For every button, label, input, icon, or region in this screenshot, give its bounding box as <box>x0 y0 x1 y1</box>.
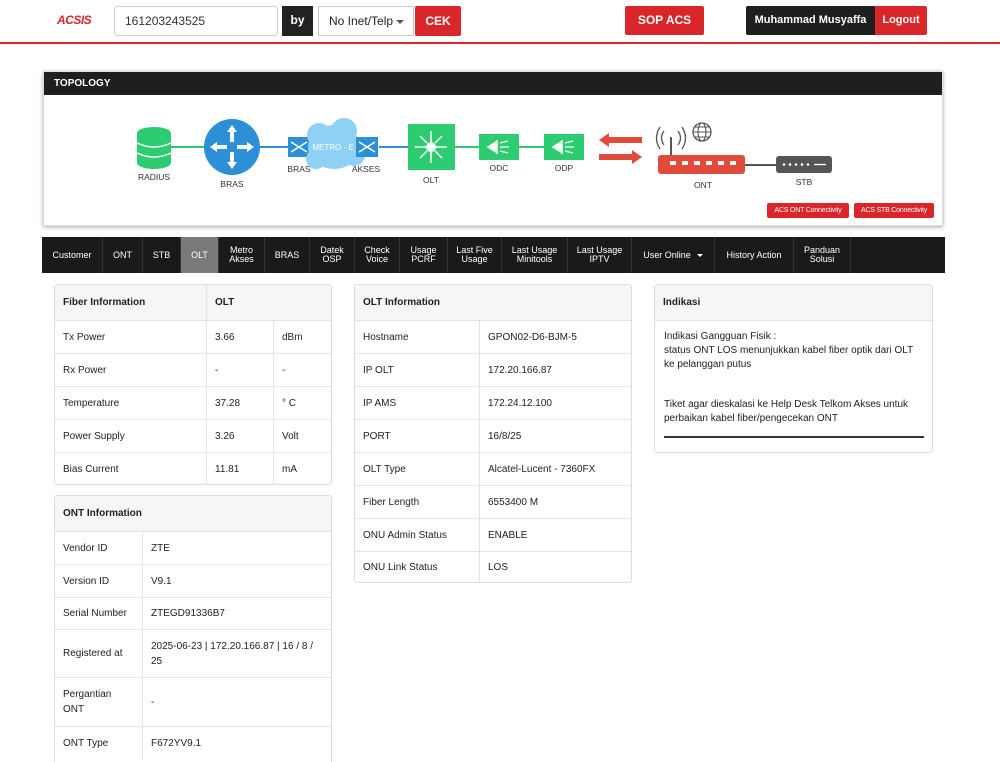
table-row: Vendor ID ZTE <box>55 532 331 565</box>
indikasi-body: Indikasi Gangguan Fisik : status ONT LOS… <box>664 330 926 426</box>
cek-button[interactable]: CEK <box>415 6 461 36</box>
ont-info-title: ONT Information <box>63 508 142 519</box>
globe-icon <box>692 122 712 142</box>
indikasi-header-row: Indikasi <box>655 285 932 321</box>
indikasi-title: Indikasi <box>663 297 701 308</box>
bras-switch-icon[interactable] <box>288 137 310 157</box>
table-row: Hostname GPON02-D6-BJM-5 <box>355 321 631 354</box>
bras-router-icon[interactable] <box>204 119 260 175</box>
swap-arrows-icon <box>599 133 642 164</box>
tab-usage-pcrf[interactable]: Usage PCRF <box>400 237 448 273</box>
table-row: IP OLT 172.20.166.87 <box>355 354 631 387</box>
table-row: Tx Power 3.66 dBm <box>55 321 331 354</box>
ont-label: ONT <box>694 180 712 190</box>
fiber-title: Fiber Information <box>63 297 146 308</box>
ont-information-panel: ONT Information Vendor ID ZTE Version ID… <box>54 495 332 762</box>
tab-customer[interactable]: Customer <box>42 237 103 273</box>
app-logo[interactable]: ACSIS <box>57 13 92 27</box>
tab-check-voice[interactable]: Check Voice <box>355 237 400 273</box>
search-type-select[interactable]: No Inet/Telp <box>318 6 414 36</box>
bras-label: BRAS <box>220 179 243 189</box>
olt-info-title: OLT Information <box>363 297 441 308</box>
caret-down-icon <box>696 253 703 257</box>
table-row: IP AMS 172.24.12.100 <box>355 387 631 420</box>
tab-last-usage-minitools[interactable]: Last Usage Minitools <box>502 237 568 273</box>
tab-last-five-usage[interactable]: Last Five Usage <box>448 237 502 273</box>
stb-label: STB <box>796 177 813 187</box>
tab-bras[interactable]: BRAS <box>265 237 310 273</box>
acs-ont-connectivity-button[interactable]: ACS ONT Connectivity <box>767 203 849 218</box>
search-type-value: No Inet/Telp <box>329 14 394 28</box>
logout-button[interactable]: Logout <box>875 6 927 35</box>
akses-switch-icon[interactable] <box>356 137 378 157</box>
fiber-header-row: Fiber Information OLT <box>55 285 331 321</box>
caret-down-icon <box>396 20 404 24</box>
tab-datek-osp[interactable]: Datek OSP <box>310 237 355 273</box>
odp-icon[interactable] <box>544 134 584 160</box>
olt-label: OLT <box>423 175 439 185</box>
top-header: ACSIS by No Inet/Telp CEK SOP ACS Muhamm… <box>0 0 1000 44</box>
divider <box>664 436 924 438</box>
akses-label: AKSES <box>352 164 381 174</box>
odc-icon[interactable] <box>479 134 519 160</box>
olt-icon[interactable] <box>408 124 455 170</box>
table-row: ONU Link Status LOS <box>355 552 631 583</box>
table-row: Registered at 2025-06-23 | 172.20.166.87… <box>55 630 331 678</box>
odc-label: ODC <box>490 163 509 173</box>
bras2-label: BRAS <box>287 164 310 174</box>
radius-icon[interactable] <box>136 127 172 169</box>
sop-acs-button[interactable]: SOP ACS <box>625 6 704 35</box>
table-row: Fiber Length 6553400 M <box>355 486 631 519</box>
search-input[interactable] <box>114 6 278 36</box>
table-row: Pergantian ONT - <box>55 678 331 727</box>
table-row: ONU Admin Status ENABLE <box>355 519 631 552</box>
table-row: PORT 16/8/25 <box>355 420 631 453</box>
metro-label: METRO - E <box>312 143 353 152</box>
table-row: Bias Current 11.81 mA <box>55 453 331 485</box>
topology-title: TOPOLOGY <box>44 72 942 95</box>
fiber-information-panel: Fiber Information OLT Tx Power 3.66 dBm … <box>54 284 332 485</box>
user-name: Muhammad Musyaffa <box>746 6 875 35</box>
tab-last-usage-iptv[interactable]: Last Usage IPTV <box>568 237 632 273</box>
table-row: Serial Number ZTEGD91336B7 <box>55 598 331 630</box>
radius-label: RADIUS <box>138 172 170 182</box>
table-row: Power Supply 3.26 Volt <box>55 420 331 453</box>
tab-olt[interactable]: OLT <box>181 237 219 273</box>
acs-stb-connectivity-button[interactable]: ACS STB Connectivity <box>854 203 934 218</box>
indikasi-line-1: status ONT LOS menunjukkan kabel fiber o… <box>664 345 914 370</box>
topology-panel: TOPOLOGY RADIUS BRAS BRAS METRO - E AKSE… <box>43 71 943 226</box>
indikasi-heading: Indikasi Gangguan Fisik : <box>664 331 777 342</box>
tab-panduan-solusi[interactable]: Panduan Solusi <box>794 237 851 273</box>
table-row: ONT Type F672YV9.1 <box>55 727 331 760</box>
by-label: by <box>282 6 313 36</box>
tab-ont[interactable]: ONT <box>103 237 143 273</box>
tab-stb[interactable]: STB <box>143 237 181 273</box>
tab-user-online[interactable]: User Online <box>632 237 715 273</box>
table-row: Temperature 37.28 ° C <box>55 387 331 420</box>
table-row: Version ID V9.1 <box>55 565 331 598</box>
ont-header-row: ONT Information <box>55 496 331 532</box>
olt-information-panel: OLT Information Hostname GPON02-D6-BJM-5… <box>354 284 632 583</box>
main-tabs: Customer ONT STB OLT Metro Akses BRAS Da… <box>42 237 945 273</box>
tab-metro-akses[interactable]: Metro Akses <box>219 237 265 273</box>
table-row: OLT Type Alcatel-Lucent - 7360FX <box>355 453 631 486</box>
table-row: Rx Power - - <box>55 354 331 387</box>
odp-label: ODP <box>555 163 574 173</box>
tab-history-action[interactable]: History Action <box>715 237 794 273</box>
ont-modem-icon[interactable] <box>655 126 746 174</box>
olt-header-row: OLT Information <box>355 285 631 321</box>
fiber-col-olt: OLT <box>215 297 235 308</box>
indikasi-panel: Indikasi Indikasi Gangguan Fisik : statu… <box>654 284 933 453</box>
stb-icon[interactable] <box>776 156 832 173</box>
indikasi-line-2: Tiket agar dieskalasi ke Help Desk Telko… <box>664 399 908 424</box>
